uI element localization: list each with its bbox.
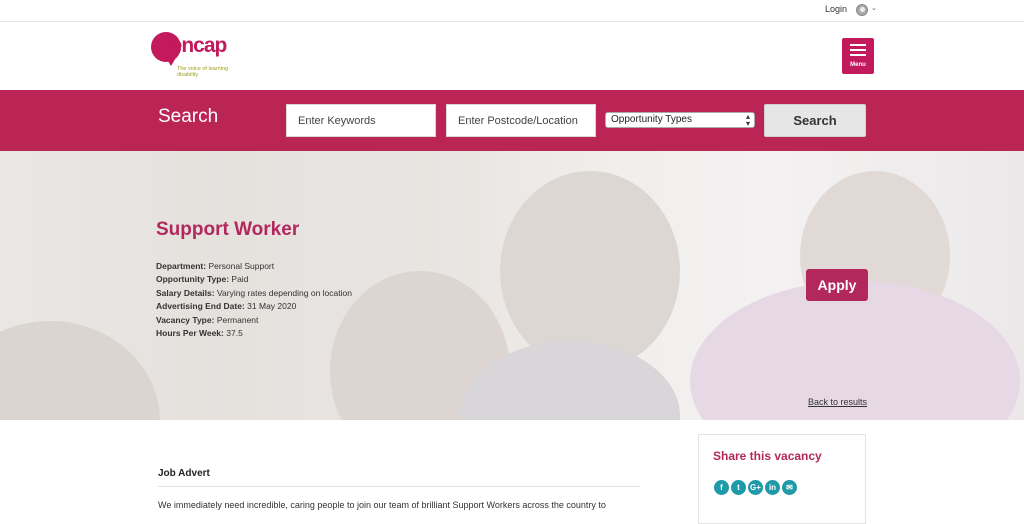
job-content [0, 420, 1024, 509]
job-advert-heading: Job Advert [158, 468, 210, 479]
divider [158, 486, 640, 487]
logo-tagline: The voice of learning disability [177, 66, 229, 78]
search-heading: Search [158, 106, 219, 127]
detail-row: Vacancy Type: Permanent [156, 314, 259, 325]
top-bar: Login ⌄ [0, 0, 1024, 22]
select-value: Opportunity Types [611, 114, 692, 125]
email-icon[interactable]: ✉ [782, 480, 797, 495]
location-input[interactable]: Enter Postcode/Location [446, 104, 596, 137]
back-to-results-link[interactable]: Back to results [808, 397, 867, 407]
detail-row: Opportunity Type: Paid [156, 274, 249, 285]
opportunity-type-select[interactable]: Opportunity Types ▴ ▾ [605, 112, 755, 128]
apply-button[interactable]: Apply [806, 269, 868, 301]
chevron-down-icon[interactable]: ⌄ [871, 4, 877, 12]
facebook-icon[interactable]: f [714, 480, 729, 495]
google-plus-icon[interactable]: G+ [748, 480, 763, 495]
job-title: Support Worker [156, 219, 300, 240]
site-header: mencap The voice of learning disability … [0, 22, 1024, 90]
hero-overlay [0, 151, 1024, 420]
keywords-input[interactable]: Enter Keywords [286, 104, 436, 137]
job-details: Department: Personal Support Opportunity… [156, 260, 352, 340]
share-heading: Share this vacancy [713, 449, 822, 463]
hamburger-icon-bar [850, 54, 866, 56]
select-arrows-icon: ▴ ▾ [745, 112, 750, 128]
user-avatar-icon[interactable] [856, 4, 868, 16]
detail-row: Department: Personal Support [156, 261, 275, 271]
menu-button[interactable]: Menu [842, 38, 874, 74]
twitter-icon[interactable]: t [731, 480, 746, 495]
detail-row: Advertising End Date: 31 May 2020 [156, 301, 297, 312]
hero-banner [0, 151, 1024, 420]
menu-label: Menu [850, 62, 866, 68]
linkedin-icon[interactable]: in [765, 480, 780, 495]
search-bar: Search Enter Keywords Enter Postcode/Loc… [0, 90, 1024, 151]
detail-row: Hours Per Week: 37.5 [156, 328, 243, 339]
search-button[interactable]: Search [764, 104, 866, 137]
hamburger-icon [850, 44, 866, 46]
share-panel: Share this vacancy f t G+ in ✉ [698, 434, 866, 524]
detail-row: Salary Details: Varying rates depending … [156, 287, 352, 298]
hamburger-icon-bar [850, 49, 866, 51]
login-link[interactable]: Login [825, 4, 847, 14]
mencap-logo[interactable]: mencap The voice of learning disability [151, 30, 241, 85]
logo-wordmark: mencap [153, 34, 227, 57]
